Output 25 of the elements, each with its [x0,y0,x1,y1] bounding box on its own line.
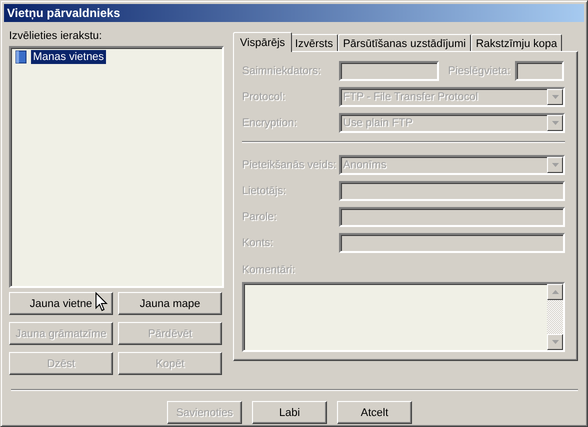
site-list[interactable]: Manas vietnes [9,46,224,288]
port-field[interactable] [515,61,564,81]
dialog-button[interactable]: Atcelt [337,401,412,424]
folder-icon [15,50,27,64]
up-arrow-icon [552,290,558,294]
scroll-down-button[interactable] [547,334,563,350]
input-field[interactable] [339,233,565,253]
host-field[interactable] [339,61,439,81]
scroll-up-button[interactable] [547,284,563,300]
action-button[interactable]: Jauna vietne [9,292,113,315]
window-title: Vietņu pārvaldnieks [4,4,584,22]
dialog-button[interactable]: Labi [252,401,327,424]
action-button[interactable]: Jauna mape [118,292,222,315]
scrollbar[interactable] [547,284,563,350]
tree-item[interactable]: Manas vietnes [31,50,106,64]
mouse-cursor-icon [95,292,108,312]
input-field[interactable] [339,207,565,227]
tab[interactable]: Izvērsts [290,34,338,52]
down-arrow-icon [552,340,558,344]
tab[interactable]: Vispārējs [233,32,292,52]
input-field[interactable] [339,181,565,201]
tab[interactable]: Pārsūtīšanas uzstādījumi [338,34,471,52]
comments-field[interactable] [242,282,565,352]
list-label: Izvēlieties ierakstu: [9,30,103,44]
tab[interactable]: Rakstzīmju kopa [470,34,562,52]
